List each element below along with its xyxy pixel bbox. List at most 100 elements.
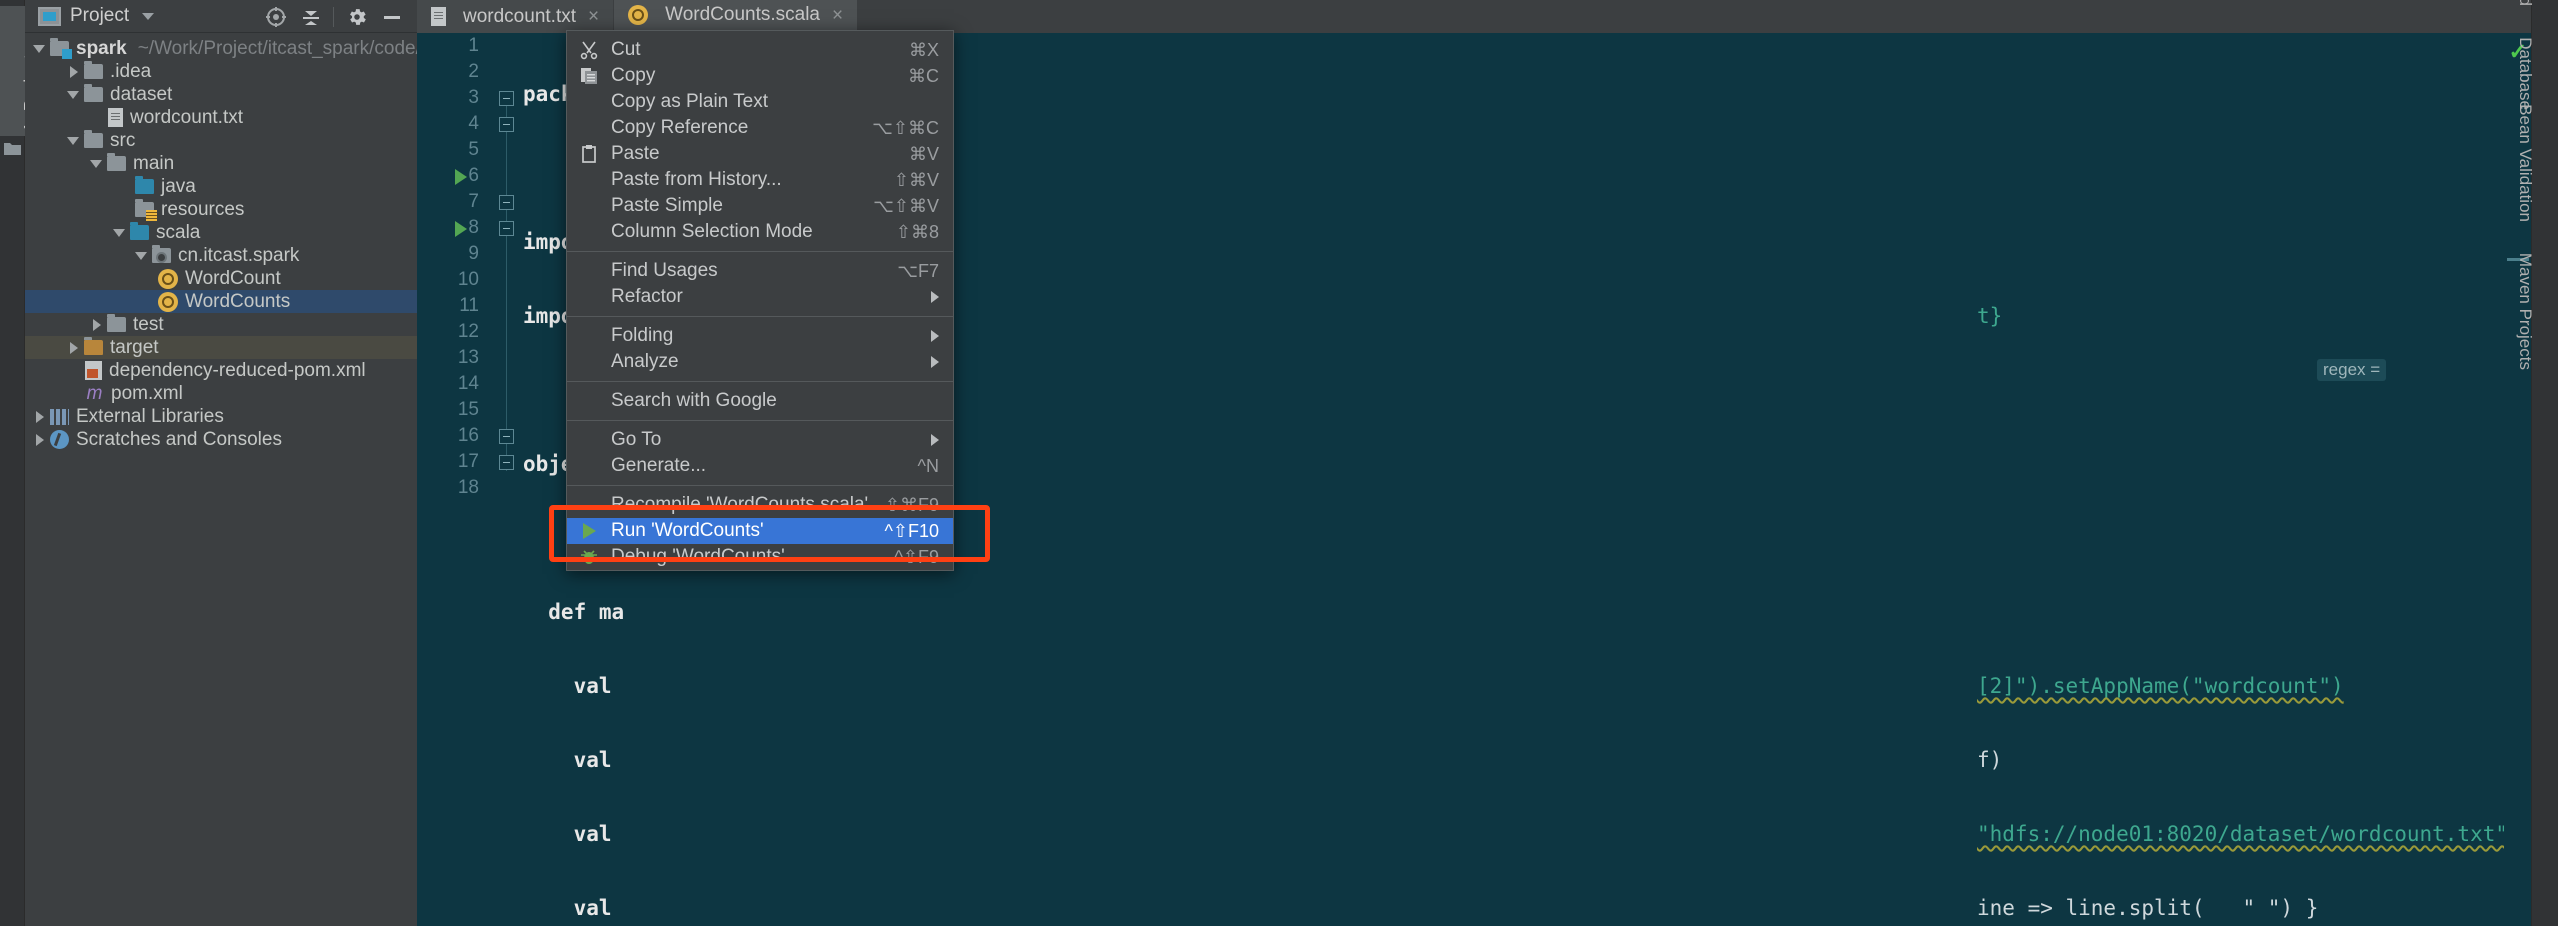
chevron-right-icon[interactable] (90, 318, 103, 331)
tree-label-target: target (110, 336, 159, 358)
tree-label-wordcount: WordCount (185, 267, 281, 289)
fold-icon[interactable] (499, 195, 514, 210)
chevron-down-icon[interactable] (67, 88, 80, 101)
chevron-down-icon[interactable] (142, 12, 155, 20)
menu-item-go-to[interactable]: Go To (567, 427, 953, 453)
line-number: 5 (468, 139, 479, 160)
collapse-all-icon[interactable] (293, 0, 328, 33)
editor-context-menu[interactable]: Cut ⌘X Copy ⌘C Copy as Plain Text Copy R… (566, 30, 954, 571)
right-tab-bean-validation-label: Bean Validation (2516, 104, 2535, 222)
fold-icon[interactable] (499, 117, 514, 132)
tree-row-target[interactable]: target (25, 336, 417, 359)
gear-icon[interactable] (339, 0, 374, 33)
tree-label-dependency-pom: dependency-reduced-pom.xml (109, 359, 366, 381)
folder-icon (84, 130, 103, 148)
editor-tab-wordcount-txt[interactable]: wordcount.txt × (417, 0, 615, 33)
menu-item-paste-simple[interactable]: Paste Simple ⌥⇧⌘V (567, 193, 953, 219)
text-file-icon (431, 7, 446, 26)
chevron-right-icon[interactable] (67, 341, 80, 354)
menu-item-analyze[interactable]: Analyze (567, 349, 953, 375)
menu-item-copy-reference[interactable]: Copy Reference ⌥⇧⌘C (567, 115, 953, 141)
right-tab-database-label: Database (2516, 37, 2535, 110)
menu-item-paste-from-history[interactable]: Paste from History... ⇧⌘V (567, 167, 953, 193)
chevron-down-icon[interactable] (90, 157, 103, 170)
tree-row-java[interactable]: java (25, 175, 417, 198)
fold-icon[interactable] (499, 221, 514, 236)
menu-item-paste[interactable]: Paste ⌘V (567, 141, 953, 167)
tree-row-scratches[interactable]: Scratches and Consoles (25, 428, 417, 451)
menu-item-folding[interactable]: Folding (567, 323, 953, 349)
locate-target-icon[interactable] (258, 0, 293, 33)
menu-item-recompile[interactable]: Recompile 'WordCounts.scala' ⇧⌘F9 (567, 492, 953, 518)
folding-column[interactable] (490, 33, 523, 926)
chevron-down-icon[interactable] (135, 249, 148, 262)
excluded-folder-icon (84, 337, 103, 355)
menu-item-copy-as-plain-text[interactable]: Copy as Plain Text (567, 89, 953, 115)
run-gutter-icon[interactable] (455, 221, 467, 237)
menu-item-cut[interactable]: Cut ⌘X (567, 37, 953, 63)
line-number: 9 (468, 243, 479, 264)
source-code-right-fragment[interactable]: t} [2]").setAppName("wordcount") f) "hdf… (1977, 33, 2531, 926)
line-number: 10 (457, 269, 479, 290)
tree-row-src[interactable]: src (25, 129, 417, 152)
menu-item-debug-wordcounts[interactable]: Debug 'WordCounts' ^⇧F9 (567, 544, 953, 570)
project-tree[interactable]: spark ~/Work/Project/itcast_spark/code/s… (25, 33, 467, 451)
tree-row-pom[interactable]: m pom.xml (25, 382, 417, 405)
editor-tab-wordcounts-scala[interactable]: WordCounts.scala × (614, 0, 859, 33)
tree-row-wordcount-txt[interactable]: wordcount.txt (25, 106, 417, 129)
tree-row-spark[interactable]: spark ~/Work/Project/itcast_spark/code/s… (25, 37, 467, 60)
line-number-gutter: 1 2 3 4 5 6 7 8 9 10 11 12 13 14 15 16 1… (417, 33, 490, 926)
tree-row-test[interactable]: test (25, 313, 417, 336)
menu-item-run-wordcounts[interactable]: Run 'WordCounts' ^⇧F10 (567, 518, 953, 544)
tree-row-dependency-pom[interactable]: dependency-reduced-pom.xml (25, 359, 417, 382)
chevron-right-icon[interactable] (33, 433, 46, 446)
chevron-right-icon[interactable] (67, 65, 80, 78)
tree-row-resources[interactable]: resources (25, 198, 417, 221)
sidebar-tab-project[interactable]: 1: Project (0, 6, 41, 136)
menu-item-label: Column Selection Mode (611, 221, 813, 242)
tree-row-wordcounts[interactable]: WordCounts (25, 290, 417, 313)
tree-label-package: cn.itcast.spark (178, 244, 300, 266)
fold-icon[interactable] (499, 455, 514, 470)
tree-row-wordcount[interactable]: WordCount (25, 267, 417, 290)
run-gutter-icon[interactable] (455, 169, 467, 185)
tree-label-test: test (133, 313, 164, 335)
menu-item-label: Generate... (611, 455, 707, 476)
menu-item-label: Search with Google (611, 390, 777, 411)
menu-item-shortcut: ⌥⇧⌘C (872, 117, 939, 138)
xml-file-icon (85, 361, 102, 380)
menu-item-label: Analyze (611, 351, 679, 372)
chevron-down-icon[interactable] (67, 134, 80, 147)
chevron-right-icon[interactable] (33, 410, 46, 423)
structure-folder-icon[interactable] (4, 142, 21, 156)
menu-item-refactor[interactable]: Refactor (567, 284, 953, 310)
tree-row-scala[interactable]: scala (25, 221, 417, 244)
menu-item-find-usages[interactable]: Find Usages ⌥F7 (567, 258, 953, 284)
tree-row-package[interactable]: cn.itcast.spark (25, 244, 417, 267)
fold-icon[interactable] (499, 91, 514, 106)
tree-row-external-libraries[interactable]: External Libraries (25, 405, 417, 428)
tree-row-main[interactable]: main (25, 152, 417, 175)
project-title-dropdown[interactable]: Project (38, 5, 155, 27)
scala-object-icon (158, 291, 178, 312)
menu-item-search-with-google[interactable]: Search with Google (567, 388, 953, 414)
chevron-down-icon[interactable] (113, 226, 126, 239)
scratches-icon (50, 430, 69, 449)
tree-row-idea[interactable]: .idea (25, 60, 417, 83)
fold-icon[interactable] (499, 429, 514, 444)
menu-item-label: Find Usages (611, 260, 718, 281)
hide-panel-icon[interactable] (374, 0, 409, 33)
menu-item-label: Debug 'WordCounts' (611, 546, 785, 567)
line-number: 6 (468, 165, 479, 186)
tree-row-dataset[interactable]: dataset (25, 83, 417, 106)
close-icon[interactable]: × (832, 6, 843, 25)
chevron-down-icon[interactable] (33, 42, 46, 55)
menu-item-copy[interactable]: Copy ⌘C (567, 63, 953, 89)
folder-icon (84, 84, 103, 102)
close-icon[interactable]: × (588, 7, 599, 26)
menu-item-column-selection-mode[interactable]: Column Selection Mode ⇧⌘8 (567, 219, 953, 245)
resources-folder-icon (135, 199, 157, 221)
tree-label-java: java (161, 175, 196, 197)
project-icon (38, 6, 61, 26)
menu-item-generate[interactable]: Generate... ^N (567, 453, 953, 479)
